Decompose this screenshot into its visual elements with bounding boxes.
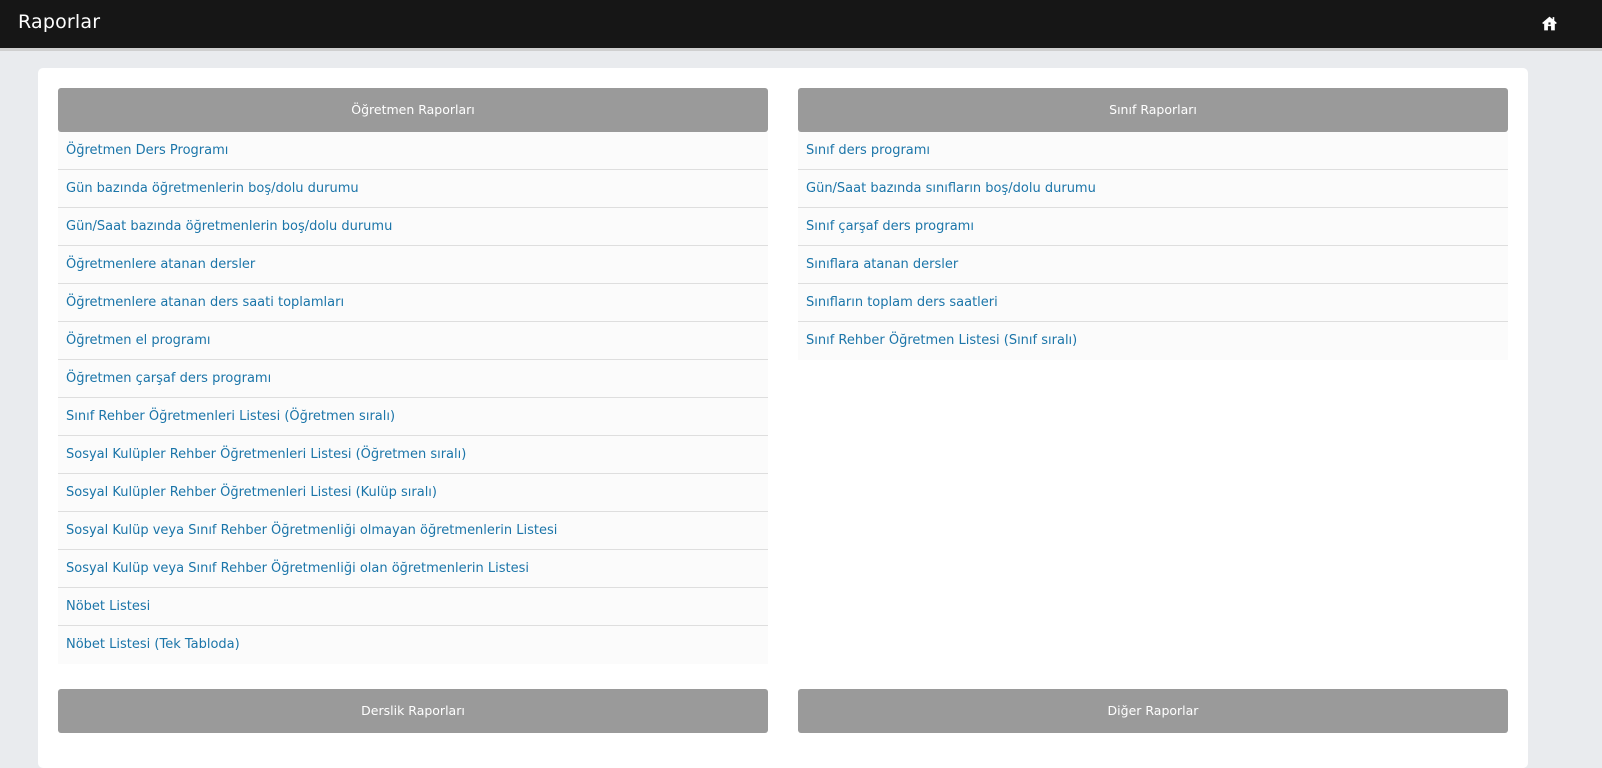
teacher-report-link[interactable]: Öğretmen Ders Programı bbox=[58, 132, 768, 170]
teacher-report-link[interactable]: Sosyal Kulüpler Rehber Öğretmenleri List… bbox=[58, 436, 768, 474]
reports-card: Öğretmen Raporları Öğretmen Ders Program… bbox=[38, 68, 1528, 768]
teacher-reports-header[interactable]: Öğretmen Raporları bbox=[58, 88, 768, 132]
teacher-report-link[interactable]: Nöbet Listesi bbox=[58, 588, 768, 626]
classroom-reports-header[interactable]: Derslik Raporları bbox=[58, 689, 768, 733]
class-report-link[interactable]: Sınıfların toplam ders saatleri bbox=[798, 284, 1508, 322]
class-report-link[interactable]: Sınıf ders programı bbox=[798, 132, 1508, 170]
classroom-reports-section: Derslik Raporları bbox=[58, 689, 768, 733]
teacher-reports-section: Öğretmen Raporları Öğretmen Ders Program… bbox=[58, 88, 768, 664]
class-reports-section: Sınıf Raporları Sınıf ders programı Gün/S… bbox=[798, 88, 1508, 360]
teacher-report-link[interactable]: Öğretmenlere atanan dersler bbox=[58, 246, 768, 284]
page-title: Raporlar bbox=[18, 11, 101, 33]
class-report-link[interactable]: Sınıf çarşaf ders programı bbox=[798, 208, 1508, 246]
teacher-report-link[interactable]: Sosyal Kulüp veya Sınıf Rehber Öğretmenl… bbox=[58, 550, 768, 588]
other-reports-section: Diğer Raporlar bbox=[798, 689, 1508, 733]
teacher-report-link[interactable]: Sosyal Kulüpler Rehber Öğretmenleri List… bbox=[58, 474, 768, 512]
teacher-reports-list: Öğretmen Ders Programı Gün bazında öğretm… bbox=[58, 132, 768, 664]
teacher-report-link[interactable]: Sınıf Rehber Öğretmenleri Listesi (Öğret… bbox=[58, 398, 768, 436]
class-reports-header[interactable]: Sınıf Raporları bbox=[798, 88, 1508, 132]
class-reports-list: Sınıf ders programı Gün/Saat bazında sını… bbox=[798, 132, 1508, 360]
class-report-link[interactable]: Sınıflara atanan dersler bbox=[798, 246, 1508, 284]
teacher-report-link[interactable]: Sosyal Kulüp veya Sınıf Rehber Öğretmenl… bbox=[58, 512, 768, 550]
home-icon[interactable] bbox=[1541, 15, 1558, 32]
class-report-link[interactable]: Gün/Saat bazında sınıfların boş/dolu dur… bbox=[798, 170, 1508, 208]
teacher-report-link[interactable]: Gün/Saat bazında öğretmenlerin boş/dolu … bbox=[58, 208, 768, 246]
class-report-link[interactable]: Sınıf Rehber Öğretmen Listesi (Sınıf sır… bbox=[798, 322, 1508, 360]
teacher-report-link[interactable]: Nöbet Listesi (Tek Tabloda) bbox=[58, 626, 768, 664]
top-bar: Raporlar bbox=[0, 0, 1602, 51]
teacher-report-link[interactable]: Öğretmen el programı bbox=[58, 322, 768, 360]
teacher-report-link[interactable]: Öğretmen çarşaf ders programı bbox=[58, 360, 768, 398]
teacher-report-link[interactable]: Öğretmenlere atanan ders saati toplamlar… bbox=[58, 284, 768, 322]
other-reports-header[interactable]: Diğer Raporlar bbox=[798, 689, 1508, 733]
teacher-report-link[interactable]: Gün bazında öğretmenlerin boş/dolu durum… bbox=[58, 170, 768, 208]
